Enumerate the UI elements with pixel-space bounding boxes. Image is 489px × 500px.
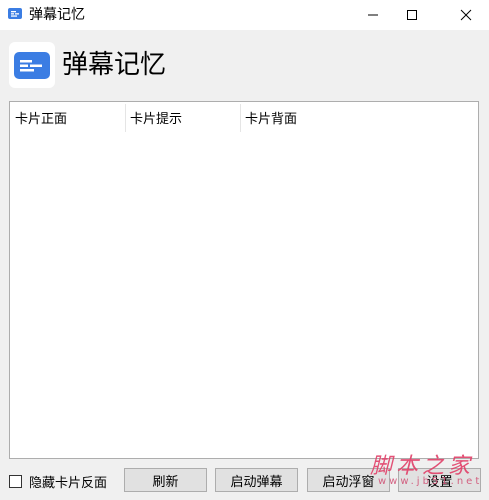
message-card-icon [14, 52, 50, 79]
app-logo [9, 42, 55, 88]
start-danmu-button[interactable]: 启动弹幕 [215, 468, 298, 492]
window-title: 弹幕记忆 [29, 7, 85, 23]
app-header: 弹幕记忆 [0, 30, 489, 96]
title-bar[interactable]: 弹幕记忆 [0, 0, 489, 30]
app-icon [8, 8, 22, 19]
minimize-icon [367, 6, 379, 25]
column-header-hint[interactable]: 卡片提示 [125, 102, 240, 133]
close-button[interactable] [443, 0, 489, 30]
start-float-button[interactable]: 启动浮窗 [307, 468, 390, 492]
hide-back-option[interactable]: 隐藏卡片反面 [9, 472, 108, 491]
refresh-button[interactable]: 刷新 [124, 468, 207, 492]
card-list[interactable]: 卡片正面 卡片提示 卡片背面 [9, 101, 479, 459]
hide-back-checkbox[interactable] [9, 474, 22, 488]
app-title: 弹幕记忆 [62, 50, 167, 80]
maximize-icon [406, 6, 418, 25]
footer-bar: 隐藏卡片反面 刷新 启动弹幕 启动浮窗 设置 [0, 465, 489, 500]
settings-button[interactable]: 设置 [398, 468, 481, 492]
close-icon [460, 6, 472, 25]
maximize-button[interactable] [389, 0, 435, 30]
hide-back-label: 隐藏卡片反面 [29, 475, 108, 491]
column-header-front[interactable]: 卡片正面 [10, 102, 125, 133]
column-header-back[interactable]: 卡片背面 [240, 102, 360, 133]
